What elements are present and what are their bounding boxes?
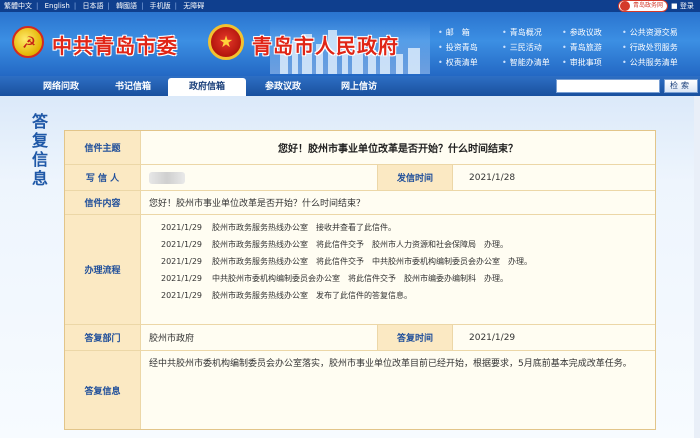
process-step: 2021/1/29 胶州市政务服务热线办公室 发布了此信件的答复信息。 [161, 291, 413, 300]
quick-link-smart-list[interactable]: • 智能办清单 [502, 56, 566, 70]
reply-info-row: 答复信息 经中共胶州市委机构编制委员会办公室落实，胶州市事业单位改革目前已经开始… [65, 351, 655, 429]
quick-links: • 邮 箱 • 青岛概况 • 参政议政 • 公共资源交易 • 投资青岛 • 三民活动 • 青岛… [432, 12, 700, 76]
tab-online-inquiry[interactable]: 网络问政 [22, 78, 100, 96]
site-logo-badge[interactable]: 青岛政务网 [618, 0, 668, 12]
redacted-writer [149, 171, 185, 184]
separator: | [107, 2, 110, 10]
content-value: 您好！胶州市事业单位改革是否开始？什么时间结束？ [149, 199, 366, 209]
separator: | [174, 2, 178, 10]
reply-dept-row: 答复部门 胶州市政府 答复时间 2021/1/29 [65, 325, 655, 351]
quick-link-approval[interactable]: • 审批事项 [562, 56, 626, 70]
letter-table: 信件主题 您好！胶州市事业单位改革是否开始？什么时间结束？ 写 信 人 发信时间… [64, 130, 656, 430]
page-scrollbar[interactable] [694, 96, 700, 438]
subject-value: 您好！胶州市事业单位改革是否开始？什么时间结束？ [278, 144, 518, 155]
subject-label: 信件主题 [65, 131, 141, 164]
reply-info-value: 经中共胶州市委机构编制委员会办公室落实，胶州市事业单位改革目前已经开始，根据要求… [149, 359, 632, 369]
separator: | [73, 2, 77, 10]
quick-link-penalty[interactable]: • 行政处罚服务 [622, 41, 686, 55]
lang-link-japanese[interactable]: 日本語 [82, 2, 103, 10]
content-label: 信件内容 [65, 191, 141, 214]
quick-link-mail[interactable]: • 邮 箱 [438, 26, 502, 40]
separator: | [36, 2, 39, 10]
separator: | [141, 2, 144, 10]
process-step: 2021/1/29 中共胶州市委机构编制委员会办公室 将此信件交予 胶州市编委办编… [161, 274, 509, 283]
login-label: 登录 [679, 2, 694, 10]
process-step: 2021/1/29 胶州市政务服务热线办公室 将此信件交予 中共胶州市委机构编制委… [161, 257, 533, 266]
writer-value [141, 165, 379, 190]
language-bar: 繁體中文 | English | 日本語 | 韓國語 | 手机版 | 无障碍 [0, 0, 700, 12]
content-row: 信件内容 您好！胶州市事业单位改革是否开始？什么时间结束？ [65, 191, 655, 215]
writer-label: 写 信 人 [65, 165, 141, 190]
logo-mark-icon [620, 1, 630, 11]
quick-link-sanmin[interactable]: • 三民活动 [502, 41, 566, 55]
quick-link-power-list[interactable]: • 权责清单 [438, 56, 502, 70]
section-title: 答复信息 [31, 112, 48, 188]
user-icon: ■ [671, 2, 678, 10]
quick-link-tourism[interactable]: • 青岛旅游 [562, 41, 626, 55]
quick-link-participate[interactable]: • 参政议政 [562, 26, 626, 40]
process-step: 2021/1/29 胶州市政务服务热线办公室 将此信件交予 胶州市人力资源和社会保… [161, 240, 509, 249]
quick-link-public-service[interactable]: • 公共服务清单 [622, 56, 686, 70]
search-button[interactable]: 检索 [664, 79, 698, 93]
reply-time-value: 2021/1/29 [469, 332, 516, 343]
send-time-value: 2021/1/28 [469, 172, 516, 183]
reply-time-label: 答复时间 [377, 325, 453, 350]
reply-info-label: 答复信息 [65, 351, 141, 429]
city-government-title[interactable]: 青岛市人民政府 [252, 30, 399, 59]
quick-link-public-resources[interactable]: • 公共资源交易 [622, 26, 686, 40]
logo-badge-text: 青岛政务网 [633, 2, 664, 9]
send-time-label: 发信时间 [377, 165, 453, 190]
lang-link-traditional[interactable]: 繁體中文 [4, 2, 32, 10]
search-input[interactable] [556, 79, 660, 93]
subject-row: 信件主题 您好！胶州市事业单位改革是否开始？什么时间结束？ [65, 131, 655, 165]
lang-link-english[interactable]: English [45, 2, 70, 10]
accessibility-link[interactable]: 无障碍 [183, 2, 204, 10]
process-label: 办理流程 [65, 215, 141, 324]
tab-participate[interactable]: 参政议政 [244, 78, 322, 96]
process-step: 2021/1/29 胶州市政务服务热线办公室 接收并查看了此信件。 [161, 223, 397, 232]
quick-link-invest[interactable]: • 投资青岛 [438, 41, 502, 55]
process-steps: 2021/1/29 胶州市政务服务热线办公室 接收并查看了此信件。 2021/1/… [141, 215, 655, 324]
national-emblem-icon: ★ [208, 24, 244, 60]
mobile-link[interactable]: 手机版 [150, 2, 171, 10]
reply-dept-value: 胶州市政府 [149, 334, 195, 344]
lang-link-korean[interactable]: 韓國語 [116, 2, 137, 10]
party-emblem-icon: ☭ [12, 26, 44, 58]
tab-online-petition[interactable]: 网上信访 [320, 78, 398, 96]
tab-government-mailbox[interactable]: 政府信箱 [168, 78, 246, 96]
party-committee-title[interactable]: 中共青岛市委 [52, 30, 178, 59]
reply-dept-label: 答复部门 [65, 325, 141, 350]
process-row: 办理流程 2021/1/29 胶州市政务服务热线办公室 接收并查看了此信件。 20… [65, 215, 655, 325]
writer-row: 写 信 人 发信时间 2021/1/28 [65, 165, 655, 191]
tab-secretary-mailbox[interactable]: 书记信箱 [94, 78, 172, 96]
quick-link-overview[interactable]: • 青岛概况 [502, 26, 566, 40]
login-link[interactable]: ■ 登录 [671, 0, 694, 12]
